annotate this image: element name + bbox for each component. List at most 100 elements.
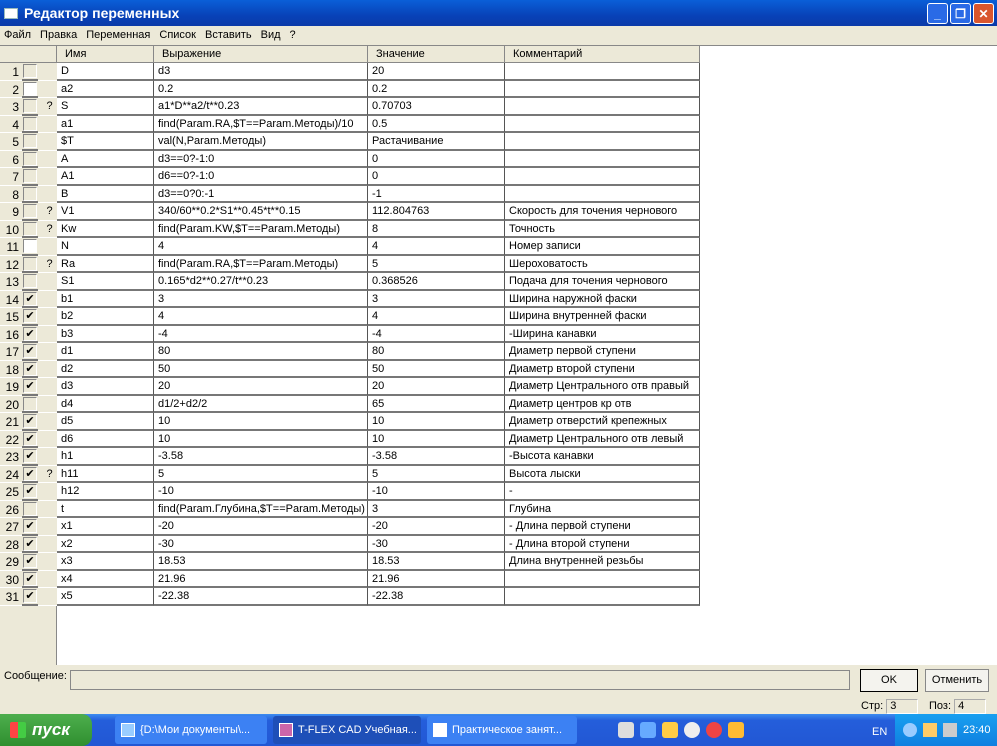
checkmark-icon[interactable]: ✔ <box>23 466 37 481</box>
variable-comment[interactable]: Диаметр первой ступени <box>505 343 700 361</box>
checkbox-box[interactable] <box>23 81 37 96</box>
variable-expression[interactable]: 340/60**0.2*S1**0.45*t**0.15 <box>154 203 368 221</box>
row-number[interactable]: 29 <box>0 553 22 571</box>
checkbox-box[interactable] <box>23 256 37 271</box>
table-row[interactable]: 30 ✔ x4 21.96 21.96 <box>0 570 700 588</box>
media-player-icon[interactable] <box>684 722 700 738</box>
variable-name[interactable]: V1 <box>57 203 154 221</box>
checkmark-icon[interactable]: ✔ <box>23 484 37 498</box>
row-number[interactable]: 3 <box>0 98 22 116</box>
row-number[interactable]: 6 <box>0 150 22 168</box>
minimize-button[interactable]: _ <box>927 3 948 24</box>
variable-name[interactable]: b1 <box>57 290 154 308</box>
checkmark-icon[interactable]: ✔ <box>23 379 37 393</box>
variable-comment[interactable]: Диаметр центров кр отв <box>505 395 700 413</box>
variable-expression[interactable]: 4 <box>154 238 368 256</box>
variable-expression[interactable]: d6==0?-1:0 <box>154 168 368 186</box>
variable-expression[interactable]: -30 <box>154 535 368 553</box>
row-number[interactable]: 7 <box>0 168 22 186</box>
variable-comment[interactable]: Шероховатость <box>505 255 700 273</box>
checkmark-icon[interactable]: ✔ <box>23 326 37 341</box>
variable-name[interactable]: D <box>57 63 154 81</box>
variable-name[interactable]: x4 <box>57 570 154 588</box>
task-tflex[interactable]: T-FLEX CAD Учебная... <box>273 716 421 744</box>
checkbox-box[interactable] <box>23 239 37 253</box>
variable-expression[interactable]: find(Param.Глубина,$T==Param.Методы) <box>154 500 368 518</box>
row-checkbox[interactable]: ✔ <box>22 518 38 536</box>
variable-comment[interactable]: Ширина наружной фаски <box>505 290 700 308</box>
clock-app-icon[interactable] <box>662 722 678 738</box>
variable-name[interactable]: B <box>57 185 154 203</box>
checkmark-icon[interactable]: ✔ <box>23 554 37 568</box>
row-checkbox[interactable]: ✔ <box>22 448 38 466</box>
checkbox-box[interactable] <box>23 134 37 148</box>
row-number[interactable]: 23 <box>0 448 22 466</box>
checkmark-icon[interactable]: ✔ <box>23 519 37 533</box>
row-number[interactable]: 12 <box>0 255 22 273</box>
row-checkbox[interactable] <box>22 501 38 518</box>
row-number[interactable]: 31 <box>0 588 22 606</box>
variable-expression[interactable]: -10 <box>154 483 368 501</box>
variable-comment[interactable] <box>505 570 700 588</box>
row-number[interactable]: 11 <box>0 238 22 256</box>
variable-comment[interactable] <box>505 185 700 203</box>
row-number[interactable]: 1 <box>0 63 22 81</box>
checkbox-box[interactable] <box>23 396 37 411</box>
variable-name[interactable]: S1 <box>57 273 154 291</box>
row-number[interactable]: 27 <box>0 518 22 536</box>
variable-comment[interactable]: - Длина первой ступени <box>505 518 700 536</box>
column-header-value[interactable]: Значение <box>368 46 505 63</box>
checkmark-icon[interactable]: ✔ <box>23 361 37 376</box>
variable-comment[interactable]: Подача для точения чернового <box>505 273 700 291</box>
menu-help[interactable]: ? <box>290 29 296 41</box>
table-row[interactable]: 24 ✔? h11 5 5 Высота лыски <box>0 465 700 483</box>
maximize-button[interactable]: ❐ <box>950 3 971 24</box>
row-number[interactable]: 9 <box>0 203 22 221</box>
checkbox-box[interactable] <box>23 116 37 131</box>
row-checkbox[interactable]: ✔ <box>22 378 38 396</box>
row-checkbox[interactable] <box>22 98 38 116</box>
row-number[interactable]: 25 <box>0 483 22 501</box>
variable-expression[interactable]: 10 <box>154 413 368 431</box>
table-row[interactable]: 22 ✔ d6 10 10 Диаметр Центрального отв левый <box>0 430 700 448</box>
variable-name[interactable]: A <box>57 150 154 168</box>
variable-expression[interactable]: find(Param.RA,$T==Param.Методы) <box>154 255 368 273</box>
checkbox-box[interactable] <box>23 99 37 113</box>
variable-name[interactable]: h12 <box>57 483 154 501</box>
table-row[interactable]: 16 ✔ b3 -4 -4 -Ширина канавки <box>0 325 700 343</box>
row-checkbox[interactable] <box>22 81 38 98</box>
variable-name[interactable]: x5 <box>57 588 154 606</box>
variable-comment[interactable]: Диаметр отверстий крепежных <box>505 413 700 431</box>
variable-expression[interactable]: 21.96 <box>154 570 368 588</box>
table-row[interactable]: 5 $T val(N,Param.Методы) Растачивание <box>0 133 700 151</box>
row-number[interactable]: 28 <box>0 535 22 553</box>
menu-list[interactable]: Список <box>159 29 196 41</box>
variable-comment[interactable]: -Ширина канавки <box>505 325 700 343</box>
variable-expression[interactable]: a1*D**a2/t**0.23 <box>154 98 368 116</box>
table-row[interactable]: 7 A1 d6==0?-1:0 0 <box>0 168 700 186</box>
checkmark-icon[interactable]: ✔ <box>23 344 37 358</box>
variable-expression[interactable]: 3 <box>154 290 368 308</box>
table-row[interactable]: 1 Dd3 20 <box>0 63 700 81</box>
menu-file[interactable]: Файл <box>4 29 31 41</box>
variable-comment[interactable] <box>505 115 700 133</box>
variable-expression[interactable]: find(Param.RA,$T==Param.Методы)/10 <box>154 115 368 133</box>
variable-expression[interactable]: -20 <box>154 518 368 536</box>
variable-expression[interactable]: 0.2 <box>154 80 368 98</box>
variable-expression[interactable]: -3.58 <box>154 448 368 466</box>
checkmark-icon[interactable]: ✔ <box>23 536 37 551</box>
cancel-button[interactable]: Отменить <box>925 669 989 692</box>
variable-comment[interactable]: Глубина <box>505 500 700 518</box>
variable-expression[interactable]: d3 <box>154 63 368 81</box>
checkmark-icon[interactable]: ✔ <box>23 449 37 463</box>
table-row[interactable]: 11 N 4 4 Номер записи <box>0 238 700 256</box>
variable-name[interactable]: $T <box>57 133 154 151</box>
row-number[interactable]: 21 <box>0 413 22 431</box>
row-number[interactable]: 19 <box>0 378 22 396</box>
row-checkbox[interactable] <box>22 396 38 413</box>
variable-name[interactable]: x2 <box>57 535 154 553</box>
table-row[interactable]: 8 Bd3==0?0:-1 -1 <box>0 185 700 203</box>
checkbox-box[interactable] <box>23 204 37 218</box>
table-row[interactable]: 9? V1 340/60**0.2*S1**0.45*t**0.15 112.8047… <box>0 203 700 221</box>
checkbox-box[interactable] <box>23 186 37 201</box>
